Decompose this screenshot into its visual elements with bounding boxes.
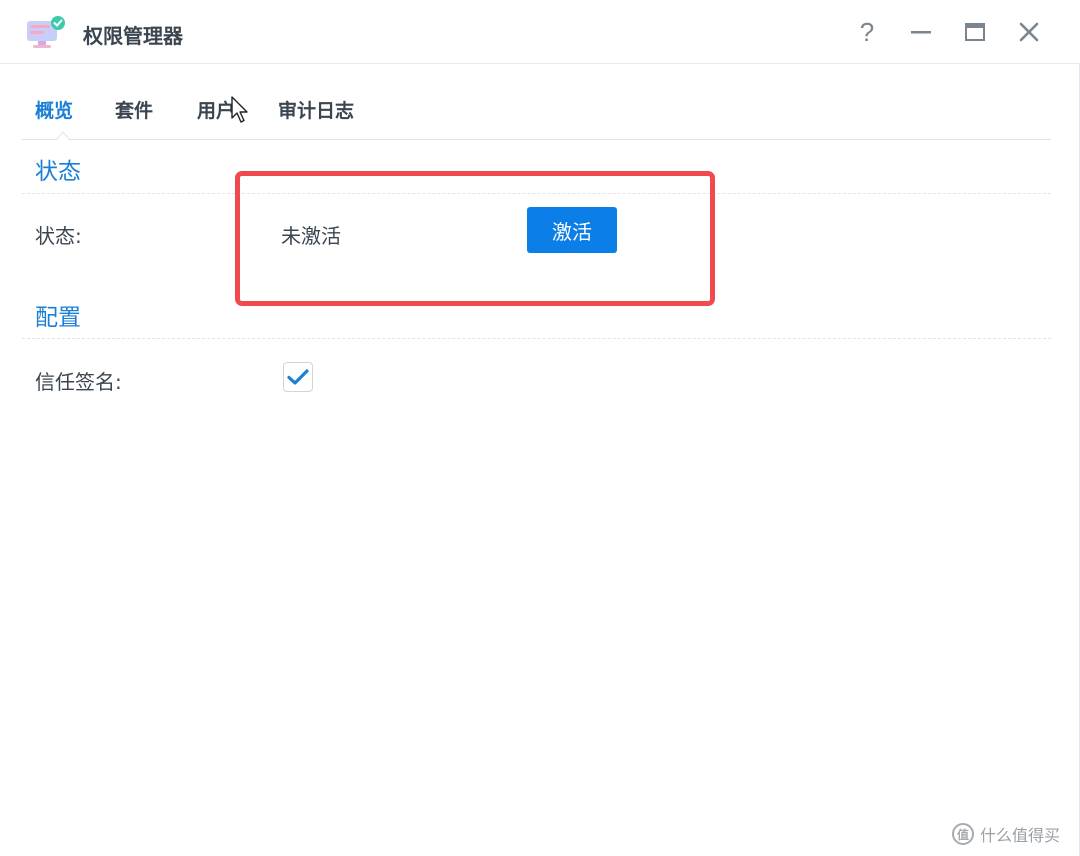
tab-overview[interactable]: 概览	[35, 96, 73, 123]
minimize-icon	[911, 31, 931, 34]
status-section-title: 状态	[35, 159, 81, 185]
config-section-divider	[22, 338, 1051, 339]
tab-bar: 概览 套件 用户 审计日志	[22, 64, 1051, 140]
window-title: 权限管理器	[83, 24, 183, 48]
title-bar: 权限管理器 ?	[0, 0, 1080, 64]
tab-packages[interactable]: 套件	[115, 96, 153, 123]
close-button[interactable]	[1011, 14, 1047, 50]
active-tab-caret-icon	[56, 131, 70, 140]
watermark-text: 什么值得买	[980, 826, 1061, 845]
tab-audit-log[interactable]: 审计日志	[278, 96, 354, 123]
app-icon	[27, 16, 65, 48]
config-section-title: 配置	[35, 305, 81, 331]
watermark: 值 什么值得买	[952, 822, 1060, 846]
checkmark-icon	[287, 369, 309, 385]
permission-manager-window: 权限管理器 ? 概览 套件 用户 审计日志 状态 状态: 未激活 激活 配置 信…	[0, 0, 1080, 856]
status-label: 状态:	[35, 224, 82, 248]
help-icon: ?	[859, 16, 875, 47]
watermark-logo-icon: 值	[952, 823, 974, 845]
maximize-icon	[965, 23, 985, 41]
trust-signature-label: 信任签名:	[35, 370, 122, 394]
maximize-button[interactable]	[957, 14, 993, 50]
help-button[interactable]: ?	[849, 14, 885, 50]
trust-signature-checkbox[interactable]	[283, 362, 313, 392]
mouse-cursor-icon	[231, 96, 248, 123]
highlight-annotation-box	[235, 171, 715, 306]
minimize-button[interactable]	[903, 14, 939, 50]
close-icon	[1019, 22, 1039, 42]
